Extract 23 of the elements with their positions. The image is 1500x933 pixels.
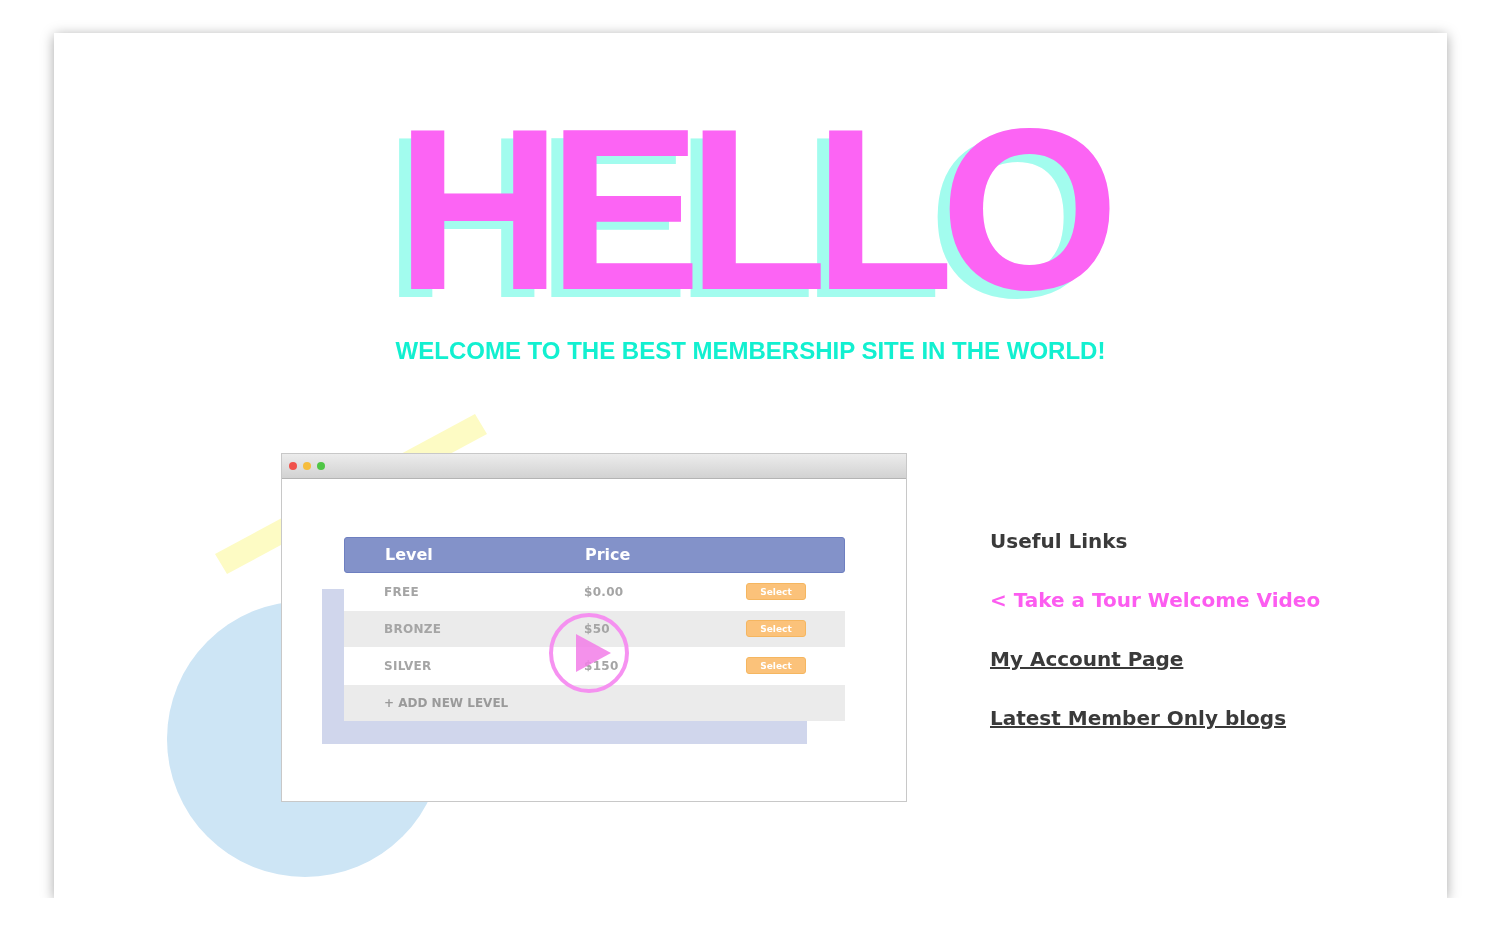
select-button[interactable]: Select bbox=[746, 657, 806, 675]
useful-link[interactable]: Latest Member Only blogs bbox=[990, 702, 1321, 733]
useful-link[interactable]: My Account Page bbox=[990, 643, 1321, 674]
welcome-subtitle: WELCOME TO THE BEST MEMBERSHIP SITE IN THE WORLD! bbox=[395, 337, 1106, 366]
select-button[interactable]: Select bbox=[746, 620, 806, 638]
add-level-row[interactable]: + ADD NEW LEVEL bbox=[344, 684, 845, 721]
select-button[interactable]: Select bbox=[746, 583, 806, 601]
price-cell-text: $150 bbox=[584, 658, 620, 673]
level-cell-text: BRONZE bbox=[384, 621, 443, 636]
links-heading: Useful Links bbox=[990, 527, 1129, 555]
minimize-dot-icon bbox=[303, 461, 311, 470]
level-cell-text: SILVER bbox=[384, 658, 433, 673]
play-icon[interactable] bbox=[548, 611, 630, 694]
price-cell-text: $50 bbox=[584, 621, 611, 636]
maximize-dot-icon bbox=[317, 461, 325, 470]
hello-title: HELLO bbox=[395, 95, 1106, 325]
close-dot-icon bbox=[289, 461, 297, 470]
useful-link[interactable]: < Take a Tour Welcome Video bbox=[990, 584, 1321, 615]
column-header: Level bbox=[385, 545, 434, 565]
price-cell-text: $0.00 bbox=[584, 584, 625, 599]
column-header: Price bbox=[585, 545, 632, 565]
level-cell-text: FREE bbox=[384, 584, 421, 599]
add-level-link[interactable]: + ADD NEW LEVEL bbox=[384, 695, 584, 710]
